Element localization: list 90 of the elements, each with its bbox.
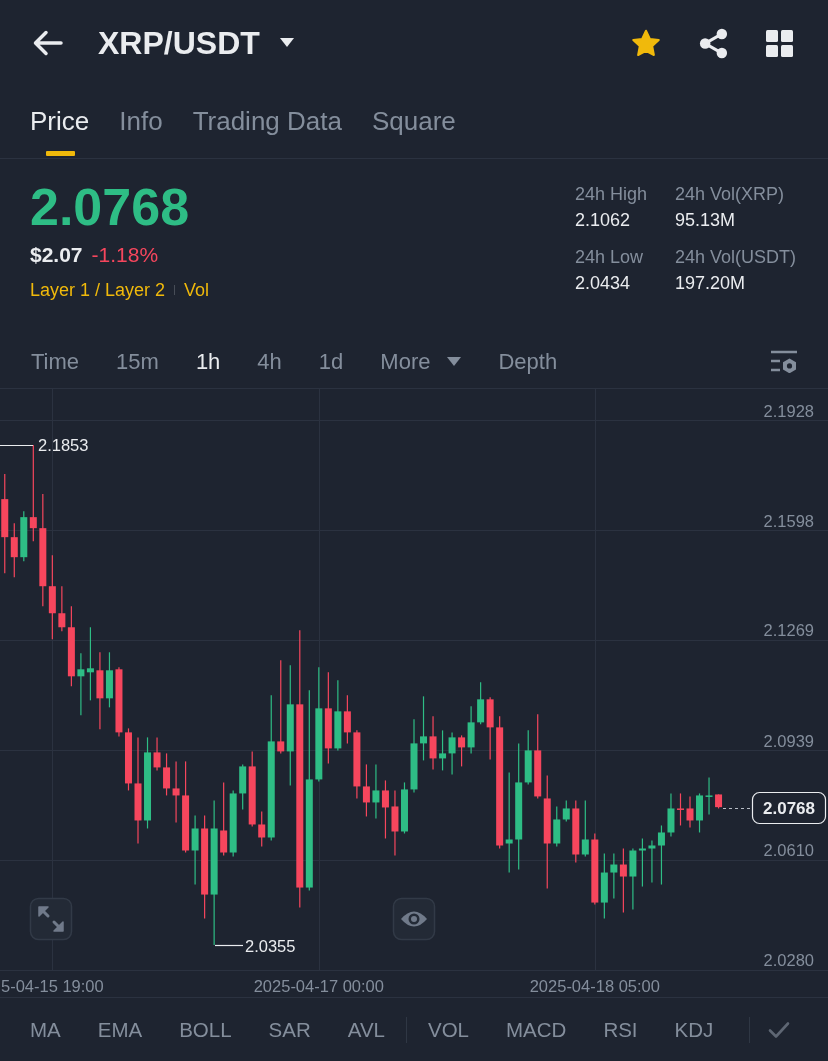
- pair-selector[interactable]: XRP/USDT: [98, 23, 294, 63]
- eye-icon[interactable]: [392, 897, 436, 941]
- grid-menu-icon[interactable]: [766, 29, 793, 57]
- back-arrow-icon[interactable]: [33, 30, 63, 56]
- falling-candle: [677, 792, 684, 827]
- rising-candle: [467, 705, 475, 754]
- indicator-tab[interactable]: KDJ: [674, 1015, 714, 1044]
- low-price-label: 2.0355: [245, 937, 296, 955]
- fiat-price: $2.07: [30, 242, 83, 268]
- falling-candle: [686, 795, 694, 829]
- falling-candle: [458, 734, 466, 767]
- caret-down-icon[interactable]: [279, 38, 294, 48]
- falling-candle: [115, 666, 123, 737]
- stat-value: 2.0434: [575, 272, 632, 295]
- tick-icon[interactable]: [768, 1020, 791, 1039]
- stat-label: 24h Vol(XRP): [675, 183, 786, 206]
- time-axis-label: 2025-04-18 05:00: [529, 977, 660, 995]
- interval-tab[interactable]: Depth: [498, 346, 558, 377]
- rising-candle: [705, 776, 713, 816]
- tag-link[interactable]: Vol: [184, 278, 210, 302]
- rising-candle: [191, 814, 199, 886]
- indicator-tab[interactable]: EMA: [97, 1015, 143, 1044]
- falling-candle: [486, 696, 494, 760]
- stat-value: 95.13M: [675, 209, 737, 232]
- falling-candle: [125, 727, 132, 792]
- high-price-label: 2.1853: [38, 436, 89, 454]
- indicator-tab[interactable]: VOL: [428, 1015, 470, 1044]
- rising-candle: [239, 763, 247, 811]
- interval-tab[interactable]: Time: [31, 346, 80, 377]
- falling-candle: [258, 810, 266, 848]
- tag-link[interactable]: Layer 1 / Layer 2: [30, 278, 166, 302]
- tab[interactable]: Trading Data: [192, 86, 342, 158]
- indicator-tab[interactable]: BOLL: [179, 1015, 232, 1044]
- falling-candle: [715, 793, 723, 810]
- chart-settings-icon[interactable]: [771, 350, 797, 373]
- indicator-tab[interactable]: SAR: [268, 1015, 311, 1044]
- rising-candle: [401, 781, 408, 835]
- rising-candle: [610, 852, 618, 900]
- price-axis-label: 2.1928: [763, 401, 814, 420]
- rising-candle: [20, 510, 28, 562]
- interval-tab[interactable]: 1h: [195, 346, 221, 377]
- indicator-tab[interactable]: MACD: [506, 1015, 567, 1044]
- leader-line: [214, 944, 244, 947]
- last-price-line: [722, 807, 752, 810]
- share-icon[interactable]: [699, 27, 728, 59]
- interval-tab[interactable]: 4h: [257, 346, 282, 377]
- rising-candle: [372, 763, 380, 820]
- star-icon[interactable]: [631, 28, 661, 58]
- falling-candle: [619, 847, 627, 914]
- price-axis-label: 2.1598: [763, 511, 814, 530]
- indicator-tab[interactable]: MA: [30, 1015, 61, 1044]
- price-axis-label: 2.0280: [763, 951, 814, 970]
- stat-value: 2.1062: [575, 209, 632, 232]
- rising-candle: [229, 789, 237, 858]
- stat-label: 24h Low: [575, 246, 645, 269]
- rising-candle: [420, 695, 427, 761]
- falling-candle: [381, 779, 389, 840]
- rising-candle: [477, 681, 485, 725]
- price-axis-label: 2.0610: [763, 841, 814, 860]
- expand-icon[interactable]: [29, 897, 73, 941]
- price-axis-label: 2.1269: [763, 621, 814, 640]
- tab[interactable]: Square: [371, 86, 456, 158]
- rising-candle: [696, 792, 703, 834]
- more-dropdown[interactable]: More: [380, 346, 462, 377]
- falling-candle: [153, 736, 161, 771]
- indicator-tab[interactable]: AVL: [347, 1015, 385, 1044]
- rising-candle: [581, 799, 589, 858]
- rising-candle: [667, 792, 675, 838]
- time-axis-label: 2025-04-17 00:00: [253, 977, 384, 995]
- falling-candle: [343, 694, 351, 744]
- time-axis-label: 5-04-15 19:00: [0, 977, 104, 995]
- last-price: 2.0768: [30, 179, 191, 235]
- price-axis-label: 2.0939: [763, 731, 814, 750]
- stat-label: 24h High: [575, 183, 649, 206]
- indicator-tab[interactable]: RSI: [603, 1015, 638, 1044]
- leader-line: [0, 444, 34, 447]
- rising-candle: [105, 651, 113, 708]
- stat-value: 197.20M: [675, 272, 747, 295]
- falling-candle: [391, 789, 399, 857]
- interval-tab[interactable]: 15m: [116, 346, 159, 377]
- rising-candle: [600, 852, 608, 920]
- interval-tab[interactable]: 1d: [318, 346, 344, 377]
- last-price-tag: 2.0768: [751, 791, 827, 825]
- tab[interactable]: Info: [119, 86, 163, 158]
- falling-candle: [429, 715, 437, 770]
- falling-candle: [572, 799, 580, 864]
- stat-label: 24h Vol(USDT): [675, 246, 798, 269]
- tab[interactable]: Price: [30, 86, 90, 158]
- price-change: -1.18%: [91, 242, 159, 268]
- rising-candle: [334, 679, 342, 751]
